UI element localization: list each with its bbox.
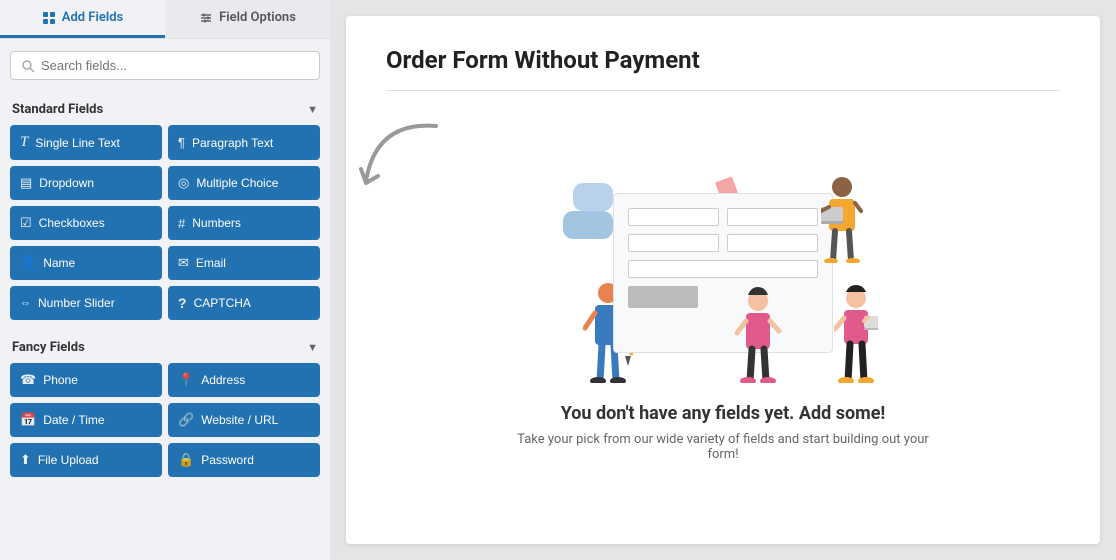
field-btn-website-url[interactable]: 🔗 Website / URL: [168, 403, 320, 437]
numbers-icon: #: [178, 216, 185, 231]
file-upload-icon: ⬆: [20, 452, 31, 468]
fancy-fields-grid: ☎ Phone 📍 Address 📅 Date / Time 🔗 Websit…: [10, 363, 320, 477]
captcha-icon: ?: [178, 295, 187, 311]
field-btn-file-upload[interactable]: ⬆ File Upload: [10, 443, 162, 477]
chat-bubble-1: [573, 183, 613, 211]
field-btn-name[interactable]: 👤 Name: [10, 246, 162, 280]
form-mockup: [613, 193, 833, 353]
field-btn-numbers[interactable]: # Numbers: [168, 206, 320, 240]
dropdown-icon: ▤: [20, 175, 32, 191]
field-btn-date-time[interactable]: 📅 Date / Time: [10, 403, 162, 437]
empty-state-subtitle: Take your pick from our wide variety of …: [513, 432, 933, 462]
email-icon: ✉: [178, 255, 189, 271]
name-icon: 👤: [20, 255, 36, 271]
form-divider: [386, 90, 1060, 91]
search-container: [0, 39, 330, 92]
left-panel: Add Fields Field Options: [0, 0, 330, 560]
tab-add-fields[interactable]: Add Fields: [0, 0, 165, 38]
field-btn-single-line-text[interactable]: T Single Line Text: [10, 125, 162, 160]
search-icon: [21, 59, 35, 73]
number-slider-icon: ⇔: [20, 297, 31, 309]
tab-field-options[interactable]: Field Options: [165, 0, 330, 38]
fancy-fields-header: Fancy Fields ▼: [10, 330, 320, 363]
form-canvas: Order Form Without Payment: [346, 16, 1100, 544]
date-time-icon: 📅: [20, 412, 36, 428]
fancy-fields-chevron[interactable]: ▼: [307, 341, 318, 354]
main-area: Order Form Without Payment: [330, 0, 1116, 560]
field-btn-password[interactable]: 🔒 Password: [168, 443, 320, 477]
search-input-wrap: [10, 51, 320, 80]
field-btn-phone[interactable]: ☎ Phone: [10, 363, 162, 397]
grid-icon: [42, 11, 56, 25]
sliders-icon: [199, 11, 213, 25]
form-illustration: [563, 163, 883, 383]
standard-fields-header: Standard Fields ▼: [10, 92, 320, 125]
tab-add-fields-label: Add Fields: [62, 10, 123, 25]
person-middle: [733, 283, 783, 383]
field-btn-paragraph-text[interactable]: ¶ Paragraph Text: [168, 125, 320, 160]
checkboxes-icon: ☑: [20, 215, 32, 231]
tabs-bar: Add Fields Field Options: [0, 0, 330, 39]
fancy-fields-label: Fancy Fields: [12, 340, 85, 355]
chat-bubble-2: [563, 211, 613, 239]
address-icon: 📍: [178, 372, 194, 388]
field-btn-email[interactable]: ✉ Email: [168, 246, 320, 280]
field-btn-multiple-choice[interactable]: ◎ Multiple Choice: [168, 166, 320, 200]
password-icon: 🔒: [178, 452, 194, 468]
search-input[interactable]: [41, 58, 309, 73]
standard-fields-label: Standard Fields: [12, 102, 103, 117]
tab-field-options-label: Field Options: [219, 10, 296, 25]
empty-state: You don't have any fields yet. Add some!…: [386, 111, 1060, 514]
single-line-text-icon: T: [20, 134, 28, 151]
fields-scroll-area: Standard Fields ▼ T Single Line Text ¶ P…: [0, 92, 330, 560]
field-btn-checkboxes[interactable]: ☑ Checkboxes: [10, 206, 162, 240]
website-url-icon: 🔗: [178, 412, 194, 428]
multiple-choice-icon: ◎: [178, 175, 189, 191]
empty-state-title: You don't have any fields yet. Add some!: [561, 403, 886, 424]
person-far-right: [834, 283, 878, 383]
standard-fields-chevron[interactable]: ▼: [307, 103, 318, 116]
standard-fields-grid: T Single Line Text ¶ Paragraph Text ▤ Dr…: [10, 125, 320, 320]
field-btn-number-slider[interactable]: ⇔ Number Slider: [10, 286, 162, 320]
form-title: Order Form Without Payment: [386, 46, 700, 74]
field-btn-dropdown[interactable]: ▤ Dropdown: [10, 166, 162, 200]
phone-icon: ☎: [20, 372, 36, 388]
field-btn-address[interactable]: 📍 Address: [168, 363, 320, 397]
arrow-icon: [356, 111, 456, 211]
person-right: [821, 173, 863, 263]
field-btn-captcha[interactable]: ? CAPTCHA: [168, 286, 320, 320]
paragraph-text-icon: ¶: [178, 135, 185, 150]
